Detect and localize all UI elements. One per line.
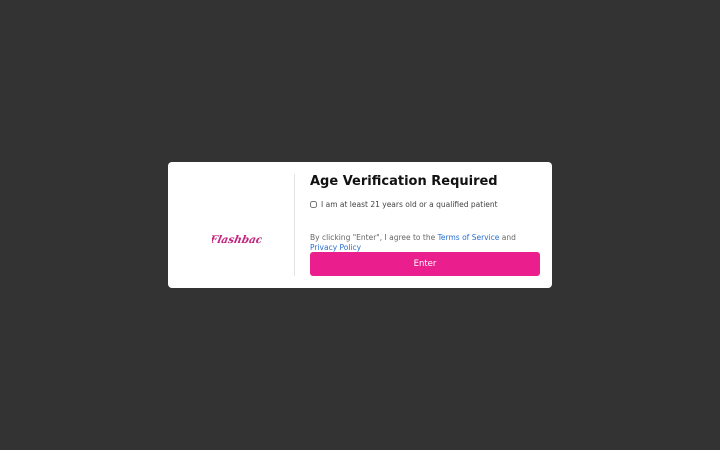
consent-text: By clicking "Enter", I agree to the Term… <box>310 233 542 253</box>
brand-logo-image: Flashback <box>212 233 262 246</box>
brand-logo: Flashback <box>212 226 262 250</box>
privacy-policy-link[interactable]: Privacy Policy <box>310 243 361 252</box>
modal-content: Age Verification Required I am at least … <box>310 174 542 276</box>
terms-of-service-link[interactable]: Terms of Service <box>438 233 500 242</box>
consent-and: and <box>499 233 516 242</box>
age-verification-modal: Flashback Age Verification Required I am… <box>168 162 552 288</box>
age-confirm-checkbox[interactable] <box>310 200 317 208</box>
logo-panel: Flashback <box>168 174 295 276</box>
modal-title: Age Verification Required <box>310 174 498 189</box>
age-confirm-row[interactable]: I am at least 21 years old or a qualifie… <box>310 198 498 210</box>
backdrop-overlay: Flashback Age Verification Required I am… <box>0 0 720 450</box>
enter-button[interactable]: Enter <box>310 252 540 276</box>
age-confirm-label: I am at least 21 years old or a qualifie… <box>321 199 498 209</box>
brand-logo-text: Flashback <box>212 233 262 246</box>
consent-prefix: By clicking "Enter", I agree to the <box>310 233 438 242</box>
